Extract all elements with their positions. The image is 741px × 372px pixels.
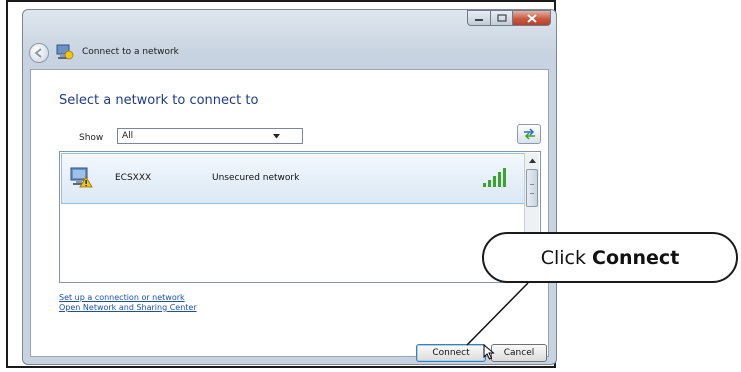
scroll-up-button[interactable]	[525, 153, 539, 167]
mouse-cursor-icon	[483, 344, 495, 360]
network-security-status: Unsecured network	[212, 173, 300, 183]
page-heading: Select a network to connect to	[59, 93, 259, 108]
callout-prefix: Click	[540, 246, 586, 269]
network-list: ECSXXX Unsecured network	[59, 151, 541, 283]
back-arrow-icon	[34, 48, 42, 58]
connect-button[interactable]: Connect	[416, 344, 486, 362]
refresh-icon	[524, 128, 535, 140]
show-filter-dropdown[interactable]: All	[117, 128, 303, 144]
close-button[interactable]	[513, 10, 551, 26]
network-name: ECSXXX	[115, 173, 152, 183]
show-filter-value: All	[122, 131, 134, 141]
scroll-grip	[530, 184, 534, 194]
content-panel: Select a network to connect to Show All	[30, 69, 549, 362]
network-list-item[interactable]: ECSXXX Unsecured network	[61, 153, 525, 204]
network-icon	[56, 44, 74, 60]
maximize-icon	[496, 14, 507, 22]
chevron-down-icon	[273, 134, 280, 139]
screenshot-frame: Connect to a network Select a network to…	[6, 0, 557, 368]
cancel-button[interactable]: Cancel	[491, 344, 547, 362]
network-sharing-center-link[interactable]: Open Network and Sharing Center	[59, 303, 197, 312]
unsecured-network-icon	[70, 167, 93, 188]
back-button[interactable]	[29, 43, 49, 63]
window-title: Connect to a network	[82, 47, 179, 57]
minimize-icon	[475, 19, 483, 21]
instruction-callout: Click Connect	[482, 232, 738, 283]
show-label: Show	[79, 133, 104, 143]
connect-network-window: Connect to a network Select a network to…	[22, 9, 557, 365]
close-icon	[526, 13, 537, 23]
callout-emphasis: Connect	[592, 246, 680, 269]
window-controls	[467, 10, 551, 28]
setup-connection-link[interactable]: Set up a connection or network	[59, 293, 185, 302]
signal-strength-icon	[483, 168, 506, 187]
chevron-up-icon	[528, 158, 536, 163]
title-bar: Connect to a network	[23, 10, 556, 63]
maximize-button[interactable]	[491, 10, 513, 26]
minimize-button[interactable]	[467, 10, 491, 26]
scroll-thumb[interactable]	[526, 169, 538, 207]
refresh-button[interactable]	[517, 124, 541, 144]
